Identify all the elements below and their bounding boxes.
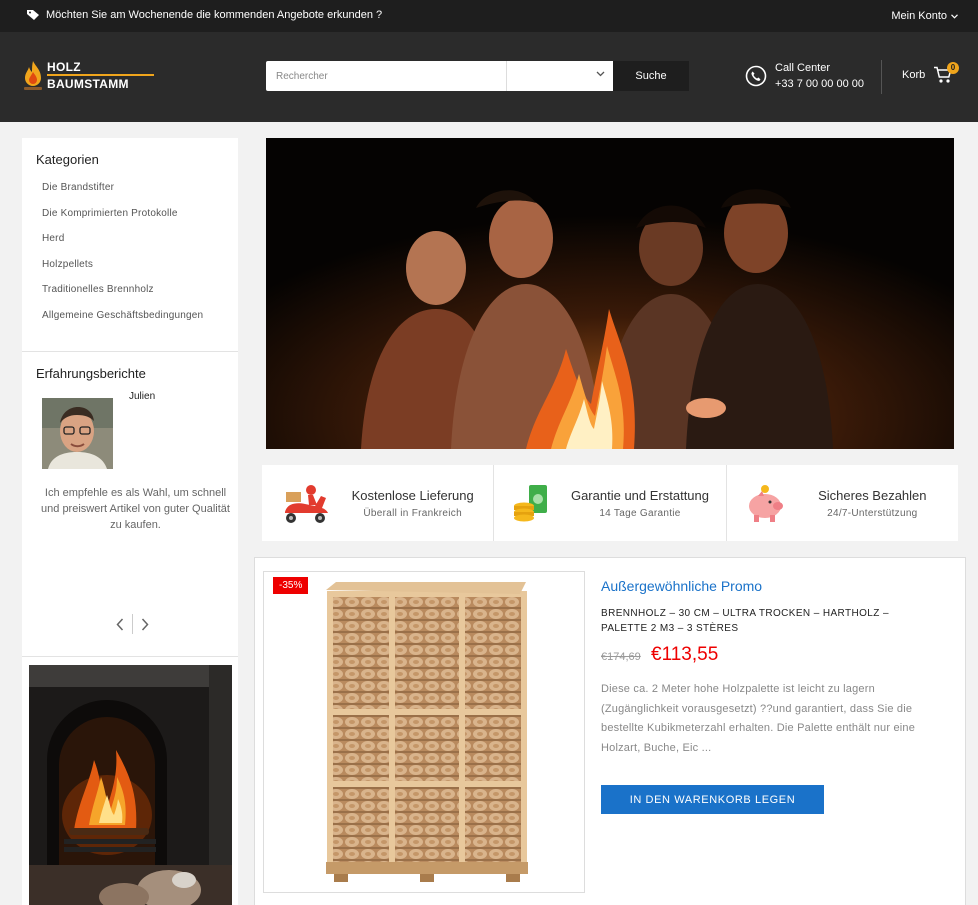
category-link-brandstifter[interactable]: Die Brandstifter: [42, 180, 232, 196]
phone-icon: [745, 65, 767, 87]
account-label: Mein Konto: [891, 10, 947, 22]
search-input[interactable]: [266, 61, 506, 91]
product-name[interactable]: BRENNHOLZ – 30 CM – ULTRA TROCKEN – HART…: [601, 606, 921, 636]
promo-message: Möchten Sie am Wochenende die kommenden …: [26, 9, 382, 21]
logo[interactable]: HOLZ BAUMSTAMM: [22, 58, 162, 98]
tag-icon: [27, 10, 39, 20]
search-category-select[interactable]: [506, 61, 613, 91]
search-button[interactable]: Suche: [613, 61, 689, 91]
logo-text-bottom: BAUMSTAMM: [47, 77, 129, 91]
money-coins-icon: [514, 485, 548, 522]
testimonial-author: Julien: [129, 391, 156, 402]
feature-free-delivery: Kostenlose Lieferung Überall in Frankrei…: [262, 465, 493, 541]
search-bar: Suche: [266, 61, 689, 91]
product-description: Diese ca. 2 Meter hohe Holzpalette ist l…: [601, 683, 916, 754]
sidebar: Kategorien Die Brandstifter Die Komprimi…: [22, 138, 238, 905]
call-center-phone[interactable]: +33 7 00 00 00 00: [775, 76, 864, 92]
cart-count-badge: 0: [947, 62, 959, 74]
call-center: Call Center +33 7 00 00 00 00: [745, 60, 864, 92]
product-image[interactable]: [263, 571, 585, 893]
divider: [22, 351, 238, 352]
header-divider: [881, 60, 882, 94]
fireplace-banner-image[interactable]: [29, 665, 232, 905]
site-header: HOLZ BAUMSTAMM Suche Call Center +33 7 0…: [0, 32, 978, 122]
logo-text-top: HOLZ: [47, 60, 81, 74]
chevron-down-icon: [596, 71, 605, 77]
feature-title: Garantie und Erstattung: [570, 487, 709, 503]
feature-subtitle: 24/7-Unterstützung: [827, 507, 918, 519]
testimonial-text: Ich empfehle es als Wahl, um schnell und…: [41, 487, 230, 531]
discount-badge: -35%: [273, 577, 309, 594]
category-link-komprimierten-protokolle[interactable]: Die Komprimierten Protokolle: [42, 206, 232, 222]
avatar: [42, 398, 113, 469]
delivery-scooter-icon: [285, 485, 328, 523]
category-link-herd[interactable]: Herd: [42, 231, 232, 247]
chevron-right-icon: [141, 617, 149, 631]
testimonials-title: Erfahrungsberichte: [36, 366, 146, 381]
hero-banner-image[interactable]: [266, 138, 954, 449]
feature-secure-payment: Sicheres Bezahlen 24/7-Unterstützung: [725, 465, 958, 541]
logo-underline: [47, 74, 154, 76]
categories-title: Kategorien: [36, 152, 99, 167]
chevron-down-icon: [951, 13, 958, 19]
features-strip: Kostenlose Lieferung Überall in Frankrei…: [262, 465, 958, 541]
testimonial-nav: [112, 614, 153, 634]
category-link-holzpellets[interactable]: Holzpellets: [42, 257, 232, 273]
category-link-agb[interactable]: Allgemeine Geschäftsbedingungen: [42, 308, 232, 324]
piggy-bank-icon: [748, 485, 783, 522]
sale-price: €113,55: [651, 644, 719, 665]
category-link-traditionelles-brennholz[interactable]: Traditionelles Brennholz: [42, 282, 232, 298]
add-to-cart-button[interactable]: IN DEN WARENKORB LEGEN: [601, 785, 824, 814]
category-list: Die Brandstifter Die Komprimierten Proto…: [42, 180, 232, 324]
feature-subtitle: Überall in Frankreich: [363, 507, 462, 519]
previous-testimonial-button[interactable]: [112, 614, 128, 634]
divider: [22, 656, 238, 657]
next-testimonial-button[interactable]: [137, 614, 153, 634]
nav-separator: [132, 614, 133, 634]
account-menu[interactable]: Mein Konto: [891, 10, 958, 22]
promo-text: Möchten Sie am Wochenende die kommenden …: [46, 9, 383, 21]
feature-title: Sicheres Bezahlen: [818, 487, 927, 503]
feature-title: Kostenlose Lieferung: [351, 487, 474, 503]
feature-guarantee: Garantie und Erstattung 14 Tage Garantie: [493, 465, 725, 541]
old-price: €174,69: [601, 651, 641, 663]
chevron-left-icon: [116, 617, 124, 631]
feature-subtitle: 14 Tage Garantie: [599, 507, 681, 519]
cart-button[interactable]: Korb 0: [902, 62, 959, 84]
cart-label: Korb: [902, 69, 926, 81]
call-center-label: Call Center: [775, 62, 831, 74]
product-promo-card: -35% Außergewöhnliche Promo BRENNHOLZ – …: [254, 557, 966, 905]
flame-logo-icon: [24, 61, 42, 90]
promo-title[interactable]: Außergewöhnliche Promo: [601, 578, 762, 594]
top-bar: Möchten Sie am Wochenende die kommenden …: [0, 0, 978, 32]
